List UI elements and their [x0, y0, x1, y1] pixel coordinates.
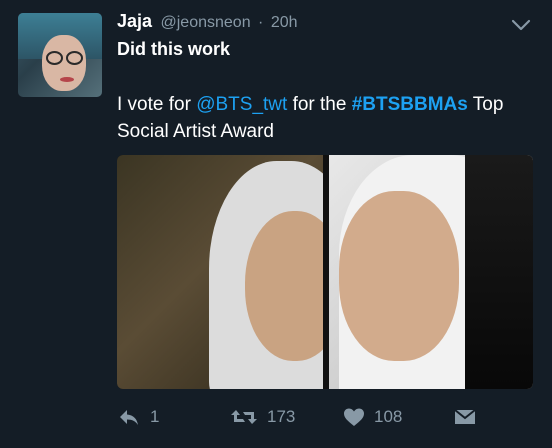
- like-button[interactable]: 108: [343, 400, 402, 434]
- reply-count: 1: [150, 407, 160, 426]
- tweet[interactable]: Jaja @jeonsneon · 20h Did this work I vo…: [0, 0, 552, 448]
- hashtag-link[interactable]: #BTSBBMAs: [352, 94, 468, 115]
- user-handle[interactable]: @jeonsneon: [161, 14, 251, 31]
- avatar[interactable]: [18, 13, 102, 97]
- retweet-icon: [230, 407, 258, 427]
- retweet-button[interactable]: 173: [230, 400, 295, 434]
- direct-message-button[interactable]: [454, 400, 476, 434]
- timestamp[interactable]: 20h: [271, 14, 298, 31]
- direct-message-icon: [454, 408, 476, 426]
- tweet-header: Jaja @jeonsneon · 20h: [117, 11, 298, 35]
- action-bar: 1 173 108: [0, 400, 552, 434]
- reply-icon: [117, 407, 141, 427]
- like-icon: [343, 407, 365, 427]
- chevron-down-icon[interactable]: [511, 18, 531, 32]
- like-count: 108: [374, 407, 403, 426]
- text-prefix: I vote for: [117, 94, 197, 115]
- tweet-image[interactable]: [117, 155, 533, 389]
- retweet-count: 173: [267, 407, 296, 426]
- tweet-title: Did this work: [117, 39, 231, 59]
- display-name[interactable]: Jaja: [117, 11, 152, 31]
- text-middle: for the: [287, 94, 352, 115]
- mention-link[interactable]: @BTS_twt: [196, 94, 287, 115]
- separator: ·: [258, 14, 264, 31]
- tweet-text: I vote for @BTS_twt for the #BTSBBMAs To…: [117, 91, 537, 145]
- reply-button[interactable]: 1: [117, 400, 159, 434]
